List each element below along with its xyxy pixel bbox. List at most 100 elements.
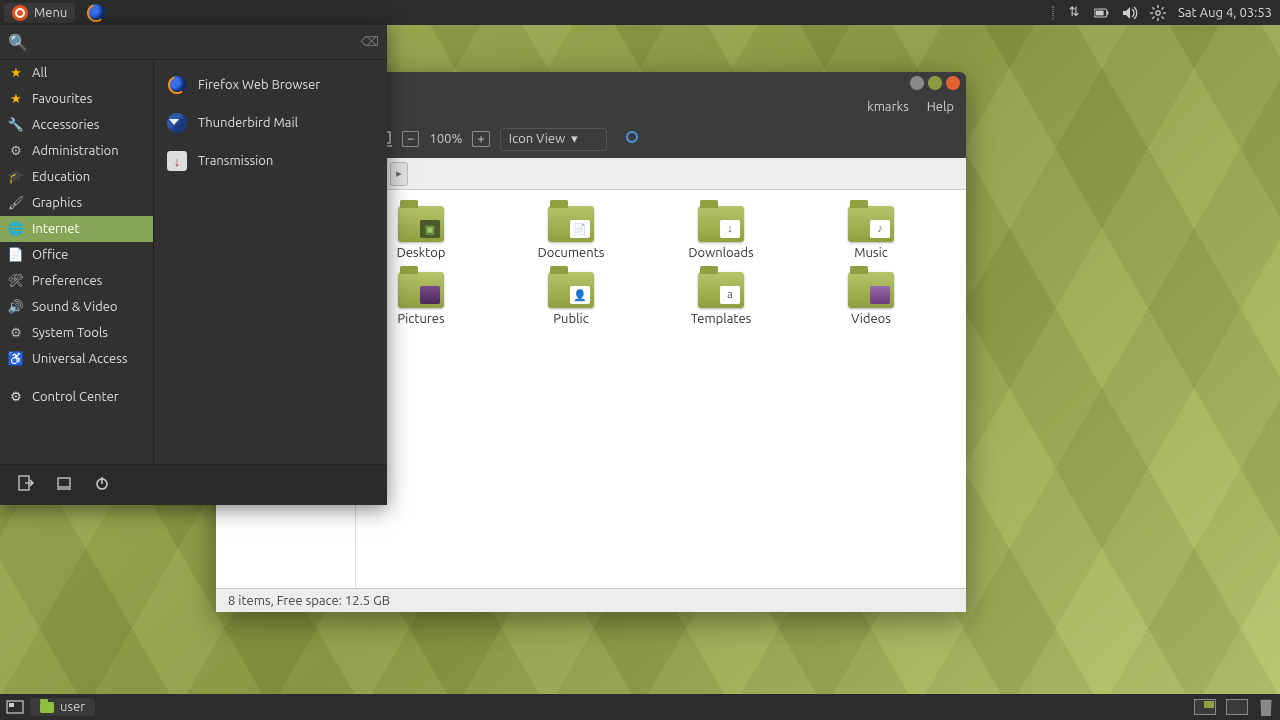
window-maximize-button[interactable] — [928, 76, 942, 90]
tray-separator — [1052, 6, 1054, 20]
category-icon: ♿ — [8, 351, 24, 367]
category-icon: 🛠 — [8, 273, 24, 289]
menubar-help[interactable]: Help — [927, 100, 954, 114]
path-forward-button[interactable]: ▸ — [390, 162, 408, 186]
application-menu: 🔍 ⌫ ★All★Favourites🔧Accessories⚙Administ… — [0, 25, 387, 505]
app-label: Firefox Web Browser — [198, 78, 320, 92]
firefox-launcher-icon[interactable] — [87, 4, 105, 22]
trash-icon[interactable] — [1258, 698, 1274, 716]
file-manager-content[interactable]: ▣Desktop📄Documents↓Downloads♪MusicPictur… — [356, 190, 966, 588]
battery-icon[interactable] — [1094, 5, 1110, 21]
category-system-tools[interactable]: ⚙ System Tools — [0, 320, 153, 346]
zoom-out-icon[interactable]: − — [402, 131, 419, 147]
menu-button[interactable]: Menu — [4, 3, 75, 23]
folder-label: Templates — [691, 312, 752, 326]
category-label: Universal Access — [32, 352, 127, 366]
status-bar: 8 items, Free space: 12.5 GB — [216, 588, 966, 612]
app-thunderbird-mail[interactable]: Thunderbird Mail — [154, 104, 387, 142]
logout-icon[interactable] — [18, 475, 34, 495]
folder-videos[interactable]: Videos — [816, 272, 926, 326]
category-list: ★All★Favourites🔧Accessories⚙Administrati… — [0, 60, 154, 464]
network-icon[interactable]: ⇅ — [1066, 5, 1082, 21]
firefox-icon — [168, 76, 186, 94]
category-label: Accessories — [32, 118, 99, 132]
window-minimize-button[interactable] — [910, 76, 924, 90]
category-label: Education — [32, 170, 90, 184]
folder-documents[interactable]: 📄 Documents — [516, 206, 626, 260]
folder-icon: a — [698, 272, 744, 308]
menubar-bookmarks[interactable]: kmarks — [867, 100, 909, 114]
folder-label: Videos — [851, 312, 891, 326]
category-all[interactable]: ★All — [0, 60, 153, 86]
folder-icon — [398, 272, 444, 308]
folder-label: Pictures — [397, 312, 444, 326]
category-preferences[interactable]: 🛠 Preferences — [0, 268, 153, 294]
category-label: Control Center — [32, 390, 119, 404]
search-icon: 🔍 — [8, 33, 28, 52]
folder-templates[interactable]: a Templates — [666, 272, 776, 326]
show-desktop-icon[interactable] — [6, 700, 24, 714]
category-internet[interactable]: 🌐 Internet — [0, 216, 153, 242]
category-icon: ⚙ — [8, 143, 24, 159]
clock[interactable]: Sat Aug 4, 03:53 — [1178, 6, 1272, 20]
menu-footer — [0, 464, 387, 505]
category-label: System Tools — [32, 326, 108, 340]
folder-music[interactable]: ♪Music — [816, 206, 926, 260]
category-label: Office — [32, 248, 68, 262]
category-icon: 🌐 — [8, 221, 24, 237]
folder-icon — [848, 272, 894, 308]
lock-screen-icon[interactable] — [56, 475, 72, 495]
folder-public[interactable]: 👤 Public — [516, 272, 626, 326]
ubuntu-logo-icon — [12, 5, 28, 21]
folder-icon — [40, 702, 54, 713]
category-icon: ★ — [8, 91, 24, 107]
category-icon: 📄 — [8, 247, 24, 263]
category-office[interactable]: 📄 Office — [0, 242, 153, 268]
folder-label: Downloads — [688, 246, 753, 260]
category-favourites[interactable]: ★ Favourites — [0, 86, 153, 112]
folder-icon: 👤 — [548, 272, 594, 308]
category-education[interactable]: 🎓 Education — [0, 164, 153, 190]
folder-icon: 📄 — [548, 206, 594, 242]
menu-search-input[interactable] — [32, 31, 361, 53]
search-button-icon[interactable] — [625, 130, 643, 148]
zoom-level: 100% — [429, 132, 462, 146]
category-icon: ★ — [8, 65, 24, 81]
workspace-2[interactable] — [1226, 699, 1248, 715]
settings-gear-icon[interactable] — [1150, 5, 1166, 21]
taskbar-item[interactable]: user — [30, 698, 95, 716]
keyboard-icon[interactable]: ⌫ — [361, 35, 379, 50]
zoom-in-icon[interactable]: + — [472, 131, 489, 147]
category-sound-video[interactable]: 🔊Sound & Video — [0, 294, 153, 320]
category-label: Preferences — [32, 274, 102, 288]
category-label: Internet — [32, 222, 80, 236]
window-close-button[interactable] — [946, 76, 960, 90]
category-icon: 🖌 — [8, 195, 24, 211]
category-icon: ⚙ — [8, 325, 24, 341]
top-panel: Menu ⇅ Sat Aug 4, 03:53 — [0, 0, 1280, 25]
folder-icon: ▣ — [398, 206, 444, 242]
app-label: Thunderbird Mail — [198, 116, 298, 130]
bottom-panel: user — [0, 694, 1280, 720]
category-administration[interactable]: ⚙Administration — [0, 138, 153, 164]
view-mode-select[interactable]: Icon View ▾ — [500, 128, 607, 151]
folder-downloads[interactable]: ↓Downloads — [666, 206, 776, 260]
volume-icon[interactable] — [1122, 5, 1138, 21]
taskbar-label: user — [60, 700, 85, 714]
category-universal-access[interactable]: ♿ Universal Access — [0, 346, 153, 372]
category-icon: 🔊 — [8, 299, 24, 315]
folder-label: Public — [553, 312, 588, 326]
power-icon[interactable] — [94, 475, 110, 495]
folder-label: Documents — [538, 246, 605, 260]
category-icon: 🔧 — [8, 117, 24, 133]
workspace-1[interactable] — [1194, 699, 1216, 715]
app-firefox-web-browser[interactable]: Firefox Web Browser — [154, 66, 387, 104]
category-accessories[interactable]: 🔧 Accessories — [0, 112, 153, 138]
app-transmission[interactable]: ↓Transmission — [154, 142, 387, 180]
category-control-center[interactable]: ⚙Control Center — [0, 384, 153, 410]
category-label: Favourites — [32, 92, 92, 106]
category-icon: 🎓 — [8, 169, 24, 185]
application-list: Firefox Web Browser Thunderbird Mail ↓Tran… — [154, 60, 387, 464]
category-graphics[interactable]: 🖌Graphics — [0, 190, 153, 216]
folder-icon: ♪ — [848, 206, 894, 242]
